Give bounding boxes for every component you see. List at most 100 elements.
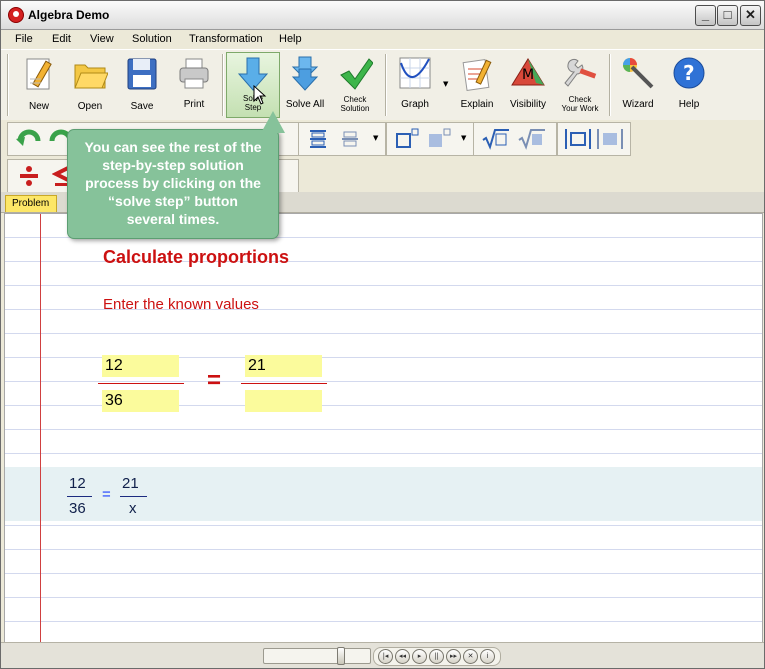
wizard-button[interactable]: Wizard	[612, 52, 664, 116]
left-denominator-field[interactable]: 36	[102, 390, 179, 412]
toolbar-separator	[7, 54, 9, 116]
maximize-button[interactable]: □	[717, 5, 738, 26]
graph-button[interactable]: Graph	[389, 52, 441, 116]
minimize-button[interactable]: _	[695, 5, 716, 26]
info-icon[interactable]: i	[480, 649, 495, 664]
work-denominator-2: x	[129, 500, 137, 517]
print-button[interactable]: Print	[168, 52, 220, 116]
play-icon[interactable]: ▸	[412, 649, 427, 664]
menu-file[interactable]: File	[15, 33, 33, 45]
check-work-button[interactable]: Check Your Work	[554, 52, 606, 116]
toolbar-separator	[385, 54, 387, 116]
rewind-icon[interactable]: ◂◂	[395, 649, 410, 664]
nth-root-icon[interactable]	[518, 128, 546, 150]
work-step-band	[5, 467, 762, 521]
help-button[interactable]: ? Help	[663, 52, 715, 116]
power-dropdown-icon[interactable]: ▼	[461, 134, 466, 142]
app-window: Algebra Demo _ □ ✕ File Edit View Soluti…	[0, 0, 765, 669]
close-button[interactable]: ✕	[740, 5, 761, 26]
instruction-text: Enter the known values	[103, 296, 259, 313]
menu-help[interactable]: Help	[279, 33, 302, 45]
undo-icon[interactable]	[16, 127, 42, 151]
visibility-button[interactable]: M Visibility	[502, 52, 554, 116]
solve-all-button[interactable]: Solve All	[279, 52, 331, 116]
right-denominator-field[interactable]	[245, 390, 322, 412]
tooltip-line: You can see the rest of the	[84, 139, 262, 155]
check-work-line2: Your Work	[561, 104, 599, 113]
tooltip-line: step-by-step solution	[102, 157, 244, 173]
right-numerator-field[interactable]: 21	[245, 355, 322, 377]
notepad-icon	[462, 59, 492, 91]
fast-forward-icon[interactable]: ▸▸	[446, 649, 461, 664]
superscript-icon[interactable]	[395, 128, 419, 150]
check-solution-label: Check Solution	[329, 95, 381, 113]
window-title: Algebra Demo	[28, 8, 110, 22]
svg-text:M: M	[522, 67, 534, 83]
check-work-line1: Check	[568, 95, 592, 104]
root-tools-group	[473, 122, 557, 156]
pause-icon[interactable]: ||	[429, 649, 444, 664]
printer-icon	[179, 58, 209, 89]
graph-icon	[399, 57, 431, 89]
visibility-icon: M	[511, 58, 545, 86]
playback-controls: |◂ ◂◂ ▸ || ▸▸ ✕ i	[373, 647, 501, 666]
open-label: Open	[77, 101, 103, 112]
tooltip-callout: You can see the rest of the step-by-step…	[67, 129, 279, 239]
new-document-icon	[26, 58, 52, 90]
graph-dropdown-icon[interactable]: ▼	[443, 80, 448, 88]
bracket-tools-group	[557, 122, 631, 156]
menu-transformation[interactable]: Transformation	[189, 33, 263, 45]
align-middle-icon[interactable]	[339, 128, 361, 150]
bracket-icon[interactable]	[596, 128, 624, 150]
solve-all-label: Solve All	[285, 99, 325, 110]
check-solution-button[interactable]: Check Solution	[329, 52, 381, 116]
status-bar: |◂ ◂◂ ▸ || ▸▸ ✕ i	[1, 642, 764, 668]
menu-solution[interactable]: Solution	[132, 33, 172, 45]
tab-problem-1[interactable]: Problem 1	[5, 195, 57, 225]
new-label: New	[28, 101, 49, 112]
stop-icon[interactable]: ✕	[463, 649, 478, 664]
tooltip-line: process by clicking on the	[85, 175, 261, 191]
playback-slider[interactable]	[263, 647, 371, 665]
slider-thumb[interactable]	[337, 647, 345, 665]
toolbar-separator	[222, 54, 224, 116]
app-logo-icon	[8, 7, 24, 23]
title-bar[interactable]: Algebra Demo _ □ ✕	[1, 1, 764, 30]
menu-view[interactable]: View	[90, 33, 114, 45]
visibility-label: Visibility	[510, 99, 546, 110]
left-numerator-field[interactable]: 12	[102, 355, 179, 377]
open-button[interactable]: Open	[64, 52, 116, 116]
subscript-icon[interactable]	[427, 128, 451, 150]
print-label: Print	[183, 99, 205, 110]
save-button[interactable]: Save	[116, 52, 168, 116]
square-root-icon[interactable]	[482, 128, 510, 150]
svg-text:?: ?	[683, 61, 695, 85]
menu-edit[interactable]: Edit	[52, 33, 71, 45]
menu-bar: File Edit View Solution Transformation H…	[1, 30, 764, 49]
divide-icon[interactable]	[18, 164, 40, 188]
explain-label: Explain	[460, 99, 494, 110]
align-center-icon[interactable]	[307, 128, 329, 150]
explain-button[interactable]: Explain	[451, 52, 503, 116]
skip-start-icon[interactable]: |◂	[378, 649, 393, 664]
magic-wand-icon	[623, 58, 654, 89]
help-icon: ?	[673, 57, 705, 89]
absolute-value-icon[interactable]	[564, 128, 592, 150]
problem-heading: Calculate proportions	[103, 247, 290, 267]
right-fraction-bar	[241, 383, 327, 384]
worksheet[interactable]: Calculate proportions Enter the known va…	[4, 213, 763, 643]
align-tools-group: ▼	[298, 122, 386, 156]
equals-sign: =	[207, 367, 222, 394]
main-toolbar: New Open Save Print Solve Step Solve All…	[1, 49, 764, 121]
check-solution-line2: Solution	[340, 104, 370, 113]
align-dropdown-icon[interactable]: ▼	[373, 134, 378, 142]
work-fraction-bar-1	[67, 496, 92, 497]
margin-line	[40, 214, 41, 642]
work-numerator-2: 21	[122, 475, 139, 492]
tooltip-line: several times.	[126, 211, 220, 227]
tooltip-line: “solve step” button	[108, 193, 238, 209]
mouse-cursor-icon	[253, 85, 267, 105]
checkmark-icon	[340, 58, 373, 90]
toolbar-separator	[609, 54, 611, 116]
new-button[interactable]: New	[13, 52, 65, 116]
